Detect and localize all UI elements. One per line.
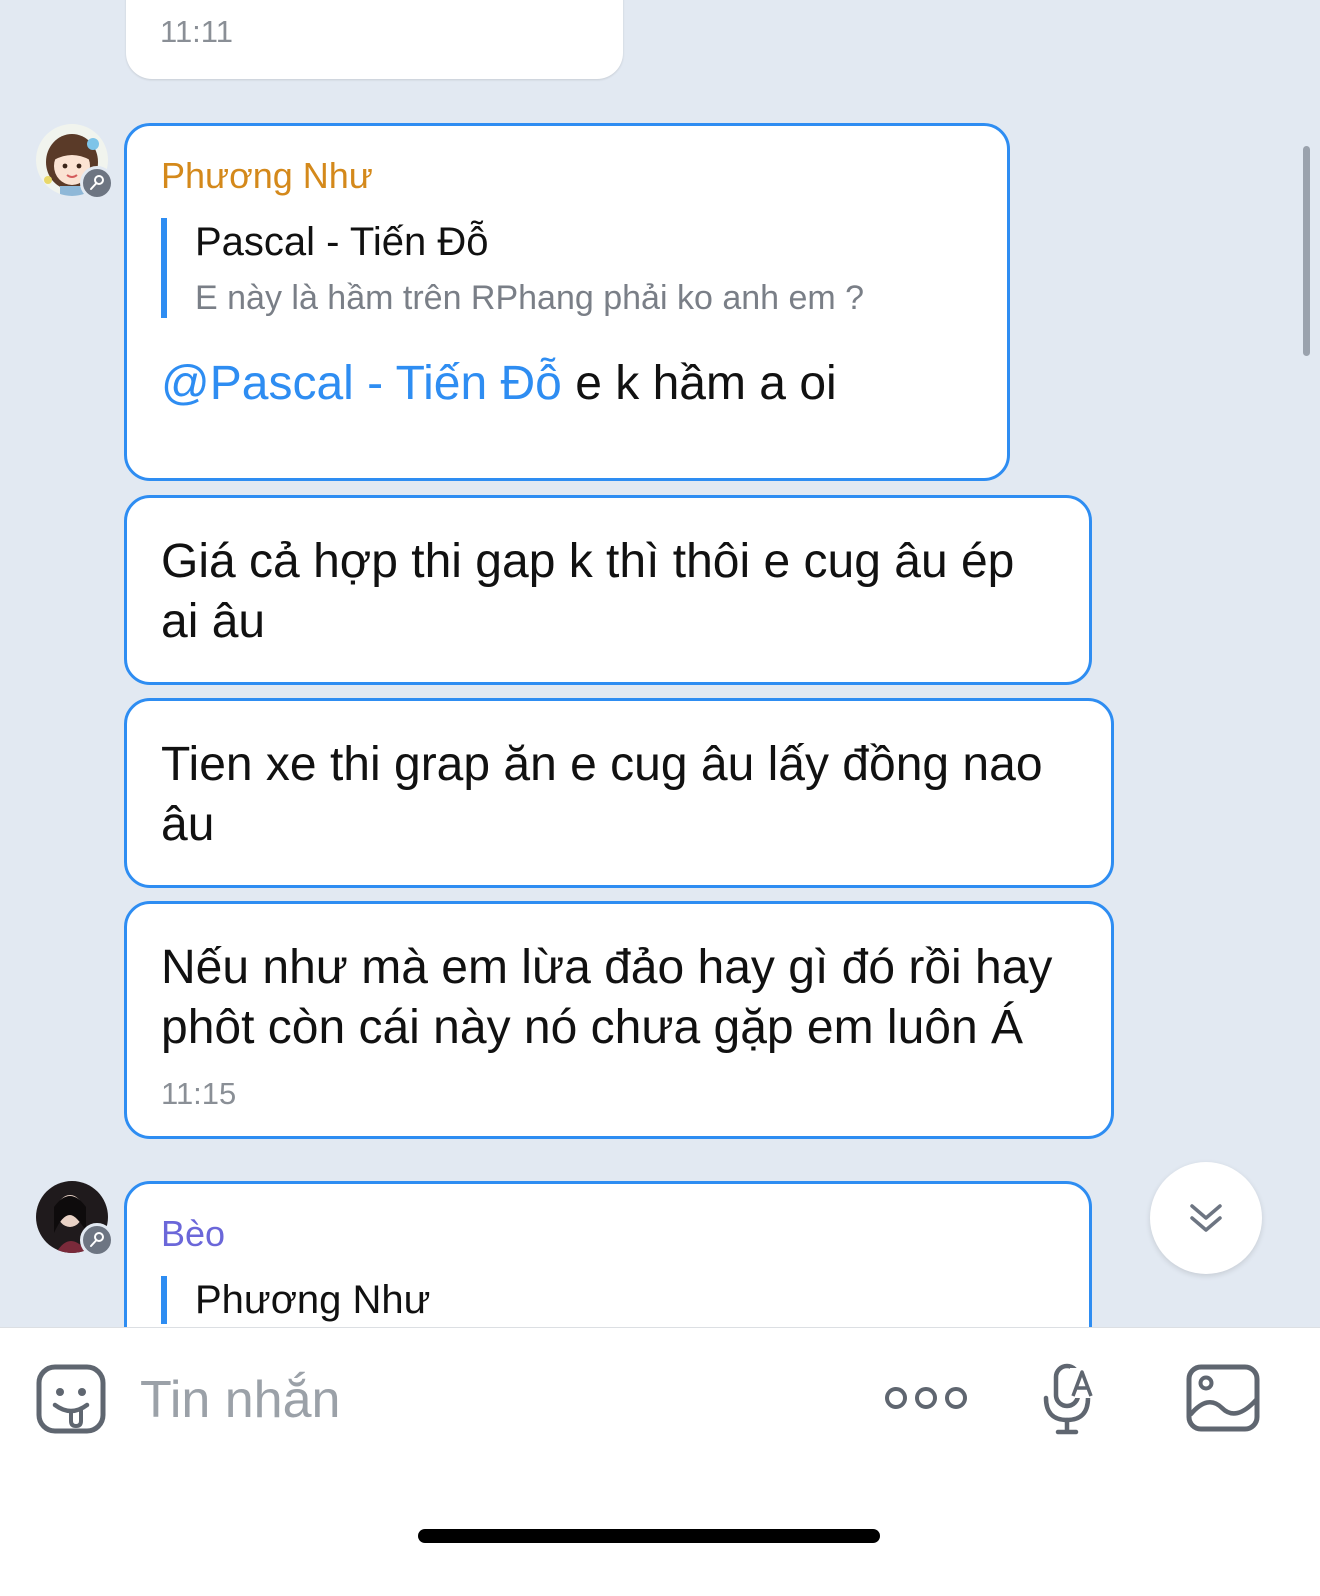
message-bubble[interactable]: Giá cả hợp thi gap k thì thôi e cug âu é… — [124, 495, 1092, 685]
voice-to-text-button[interactable] — [1040, 1362, 1096, 1438]
home-indicator[interactable] — [418, 1529, 880, 1543]
image-button[interactable] — [1186, 1364, 1260, 1432]
sender-name[interactable]: Phương Như — [161, 156, 973, 196]
message-body: e k hầm a oi — [561, 357, 837, 410]
message-text: Nếu như mà em lừa đảo hay gì đó rồi hay … — [161, 941, 1053, 1054]
mention-link[interactable]: @Pascal - Tiến Đỗ — [161, 357, 562, 410]
message-bubble[interactable]: Nếu như mà em lừa đảo hay gì đó rồi hay … — [124, 901, 1114, 1139]
reply-message-bubble[interactable]: Bèo Phương Như — [124, 1181, 1092, 1348]
scroll-to-bottom-button[interactable] — [1150, 1162, 1262, 1274]
quoted-text: E này là hầm trên RPhang phải ko anh em … — [195, 279, 865, 317]
more-button[interactable] — [884, 1378, 968, 1418]
message-text: Giá cả hợp thi gap k thì thôi e cug âu é… — [161, 535, 1015, 648]
quoted-message[interactable]: Phương Như — [161, 1276, 1055, 1324]
sender-name[interactable]: Bèo — [161, 1214, 1055, 1254]
voice-to-text-icon — [1043, 1363, 1094, 1435]
sticker-button[interactable] — [34, 1362, 108, 1436]
key-badge-icon — [80, 166, 114, 200]
message-text: Tien xe thi grap ăn e cug âu lấy đồng na… — [161, 738, 1043, 851]
quoted-sender: Pascal - Tiến Đỗ — [195, 220, 489, 264]
message-composer: Tin nhắn — [0, 1327, 1320, 1596]
double-chevron-down-icon — [1190, 1204, 1222, 1232]
key-badge-icon — [80, 1223, 114, 1257]
avatar-phuong-nhu[interactable] — [36, 124, 114, 200]
message-bubble[interactable]: Tien xe thi grap ăn e cug âu lấy đồng na… — [124, 698, 1114, 888]
message-input-placeholder: Tin nhắn — [140, 1371, 341, 1429]
scrollbar[interactable] — [1303, 146, 1310, 356]
message-text: @Pascal - Tiến Đỗ e k hầm a oi — [161, 354, 973, 414]
avatar-beo[interactable] — [36, 1181, 114, 1257]
image-icon — [1186, 1364, 1260, 1432]
quoted-message[interactable]: Pascal - Tiến Đỗ E này là hầm trên RPhan… — [161, 218, 973, 318]
more-icon — [885, 1387, 967, 1409]
message-input[interactable]: Tin nhắn — [140, 1370, 340, 1430]
message-time: 11:11 — [160, 14, 233, 49]
chat-screen: 11:11 Phương Như Pascal - Tiến Đỗ E này … — [0, 0, 1320, 1596]
reply-message-bubble[interactable]: Phương Như Pascal - Tiến Đỗ E này là hầm… — [124, 123, 1010, 481]
message-time: 11:15 — [161, 1076, 237, 1111]
quoted-sender: Phương Như — [195, 1278, 431, 1322]
previous-message-bubble[interactable]: 11:11 — [126, 0, 623, 79]
sticker-icon — [36, 1364, 106, 1434]
message-list[interactable]: 11:11 Phương Như Pascal - Tiến Đỗ E này … — [0, 0, 1320, 1348]
